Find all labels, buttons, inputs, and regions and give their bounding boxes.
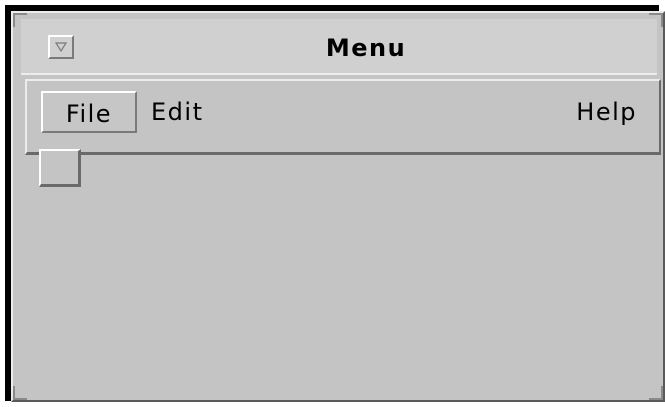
resize-corner-bottom-right[interactable] <box>649 386 663 400</box>
resize-corner-bottom-left[interactable] <box>13 386 27 400</box>
menu-help[interactable]: Help <box>576 91 637 133</box>
menu-edit[interactable]: Edit <box>151 91 203 133</box>
window-title: Menu <box>325 34 407 62</box>
application-window: Menu File Edit Help <box>11 11 665 402</box>
dropdown-handle[interactable] <box>39 149 81 187</box>
menu-bar: File Edit Help <box>25 79 661 155</box>
menu-file[interactable]: File <box>41 91 137 133</box>
title-bar[interactable]: Menu <box>21 19 657 75</box>
